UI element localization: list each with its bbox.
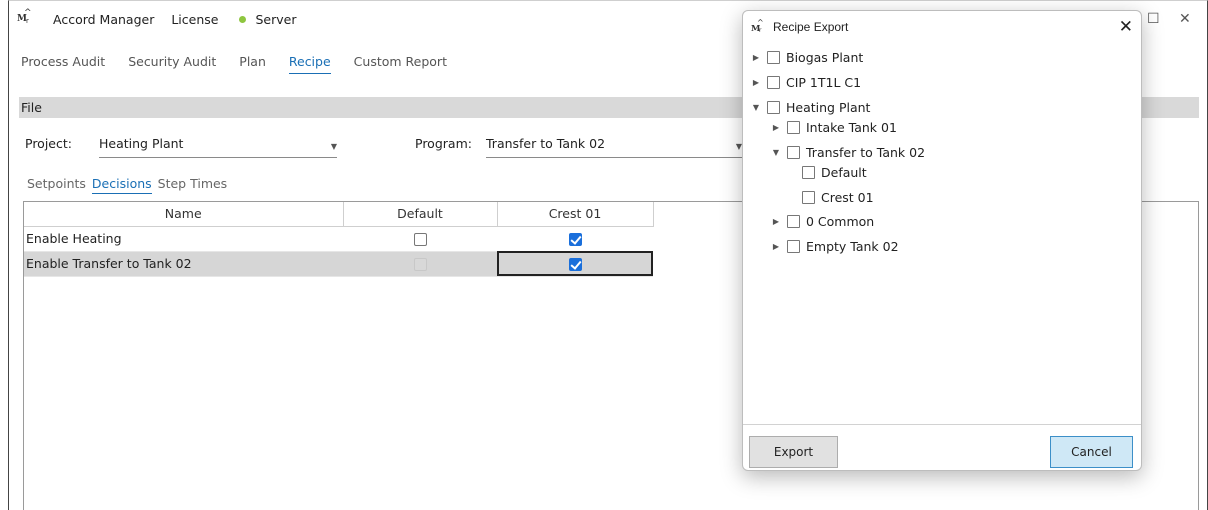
tree-node-transfer-to-tank-02[interactable]: ▼ Transfer to Tank 02 [771,143,925,161]
sub-tabs: Setpoints Decisions Step Times [27,176,233,194]
main-tabs: Process Audit Security Audit Plan Recipe… [21,54,470,74]
tab-recipe[interactable]: Recipe [288,54,331,74]
tree-node-biogas-plant[interactable]: ▶ Biogas Plant [751,48,863,66]
chevron-down-icon: ▼ [330,142,337,151]
column-header-default[interactable]: Default [343,202,498,227]
default-checkbox[interactable] [413,233,427,246]
crest-01-cell[interactable] [497,251,653,277]
program-value: Transfer to Tank 02 [486,136,606,151]
tree-checkbox[interactable] [787,239,800,253]
server-label[interactable]: Server [255,12,296,27]
app-title: Accord Manager [53,11,155,27]
tab-setpoints[interactable]: Setpoints [27,176,86,194]
default-checkbox [413,258,427,271]
tree-node-crest-01[interactable]: Crest 01 [796,188,874,206]
crest-01-checkbox[interactable] [568,233,582,246]
default-cell[interactable] [343,226,497,252]
maximize-icon[interactable]: ☐ [1147,11,1160,27]
column-header-crest-01[interactable]: Crest 01 [497,202,654,227]
triangle-down-icon[interactable]: ▼ [771,148,781,157]
tree-checkbox[interactable] [787,214,800,228]
tree-node-cip-1t1l-c1[interactable]: ▶ CIP 1T1L C1 [751,73,861,91]
tree-node-heating-plant[interactable]: ▼ Heating Plant [751,98,871,116]
crest-01-checkbox[interactable] [568,258,582,271]
program-label: Program: [415,136,472,151]
column-header-name[interactable]: Name [24,202,344,227]
triangle-down-icon[interactable]: ▼ [751,103,761,112]
license-menu[interactable]: License [171,12,218,27]
project-label: Project: [25,136,72,151]
cancel-button[interactable]: Cancel [1050,436,1133,468]
tab-step-times[interactable]: Step Times [158,176,228,194]
tab-plan[interactable]: Plan [239,54,266,74]
project-value: Heating Plant [99,136,184,151]
tree-checkbox[interactable] [767,100,780,114]
triangle-right-icon[interactable]: ▶ [771,242,781,251]
triangle-right-icon[interactable]: ▶ [751,53,761,62]
triangle-right-icon[interactable]: ▶ [771,217,781,226]
table-row[interactable]: Enable Transfer to Tank 02 [24,251,653,277]
project-tree: ▶ Biogas Plant ▶ CIP 1T1L C1 ▼ Heating Plan… [743,45,1141,425]
app-logo-icon: M ^ r [751,18,764,34]
tree-checkbox[interactable] [787,120,800,134]
program-combo[interactable]: Transfer to Tank 02 ▼ [486,134,742,158]
tree-node-empty-tank-02[interactable]: ▶ Empty Tank 02 [771,237,899,255]
tab-custom-report[interactable]: Custom Report [354,54,447,74]
tree-checkbox[interactable] [767,75,780,89]
triangle-right-icon[interactable]: ▶ [771,123,781,132]
export-button[interactable]: Export [749,436,838,468]
triangle-right-icon[interactable]: ▶ [751,78,761,87]
close-icon[interactable]: ✕ [1179,11,1191,27]
recipe-export-dialog: M ^ r Recipe Export ✕ ▶ Biogas Plant ▶ CIP 1… [742,10,1142,471]
tab-security-audit[interactable]: Security Audit [128,54,216,74]
tree-checkbox[interactable] [767,50,780,64]
app-logo-icon: M ^ r [17,8,32,25]
tab-process-audit[interactable]: Process Audit [21,54,105,74]
tree-checkbox[interactable] [802,165,815,179]
table-row[interactable]: Enable Heating [24,226,653,252]
row-name[interactable]: Enable Transfer to Tank 02 [24,251,343,277]
tree-node-intake-tank-01[interactable]: ▶ Intake Tank 01 [771,118,897,136]
close-icon[interactable]: ✕ [1119,17,1133,37]
tree-node-0-common[interactable]: ▶ 0 Common [771,212,874,230]
tree-checkbox[interactable] [802,190,815,204]
crest-01-cell[interactable] [497,226,653,252]
tab-decisions[interactable]: Decisions [91,176,152,194]
tree-node-default[interactable]: Default [796,163,867,181]
project-combo[interactable]: Heating Plant ▼ [99,134,337,158]
default-cell[interactable] [343,251,497,277]
server-status-icon [239,15,247,23]
tree-checkbox[interactable] [787,145,800,159]
dialog-title-bar: M ^ r Recipe Export ✕ [743,11,1141,43]
row-name[interactable]: Enable Heating [24,226,343,252]
dialog-title: Recipe Export [773,20,849,34]
